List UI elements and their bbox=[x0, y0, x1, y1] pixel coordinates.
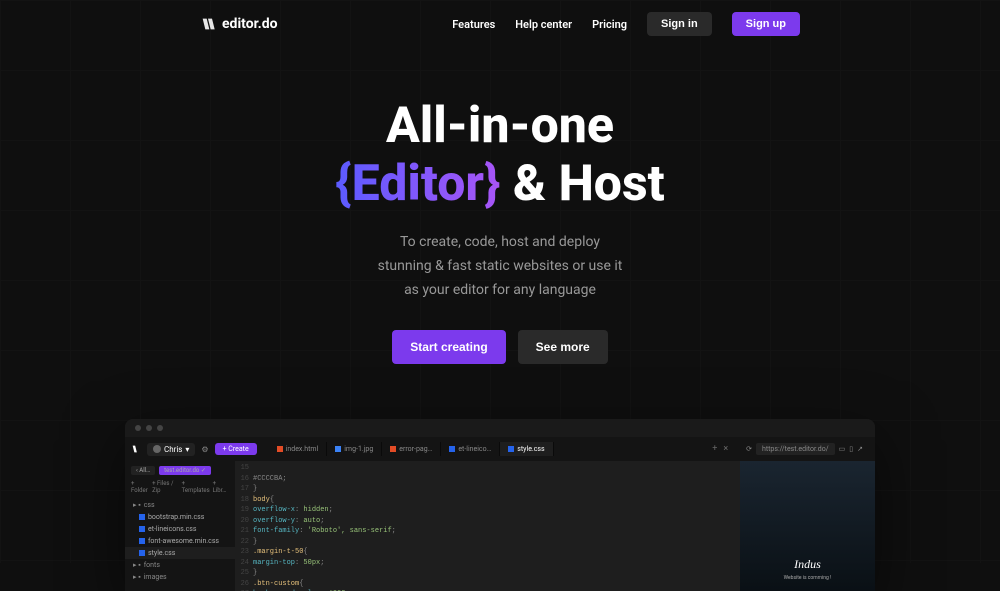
back-button[interactable]: ‹ All… bbox=[131, 466, 155, 475]
editor-tabs: index.html img-1.jpg error-pag… et-linei… bbox=[269, 442, 701, 456]
html-icon bbox=[390, 446, 396, 452]
file-lineicons[interactable]: et-lineicons.css bbox=[125, 523, 235, 535]
nav-features[interactable]: Features bbox=[452, 18, 495, 31]
sidebar-header: ‹ All… test.editor.do ✓ bbox=[125, 464, 235, 477]
hero-buttons: Start creating See more bbox=[20, 330, 980, 364]
preview-tagline: Website is comming ! bbox=[784, 575, 832, 581]
tab-img[interactable]: img-1.jpg bbox=[327, 442, 382, 456]
folder-fonts[interactable]: ▸ ▪fonts bbox=[125, 559, 235, 571]
brand-logo[interactable]: editor.do bbox=[200, 16, 278, 32]
window-titlebar bbox=[125, 419, 875, 437]
tab-lineicons[interactable]: et-lineico… bbox=[441, 442, 500, 456]
avatar-icon bbox=[153, 445, 161, 453]
tab-actions: + × bbox=[706, 444, 734, 454]
nav-pricing[interactable]: Pricing bbox=[592, 18, 627, 31]
hero-title: All-in-one {Editor} & Host bbox=[20, 98, 980, 213]
plus-icon[interactable]: + bbox=[712, 444, 717, 454]
preview-brand: Indus bbox=[794, 557, 821, 572]
sidebar-tools: + Folder + Files / Zip + Templates + Lib… bbox=[125, 477, 235, 497]
signup-button[interactable]: Sign up bbox=[732, 12, 800, 36]
preview-url-bar: ⟳ https://test.editor.do/ ▭ ▯ ↗ bbox=[740, 441, 869, 457]
css-icon bbox=[139, 538, 145, 544]
add-libraries-button[interactable]: + Libr… bbox=[213, 480, 229, 494]
folder-icon: ▸ ▪ bbox=[133, 573, 141, 581]
url-input[interactable]: https://test.editor.do/ bbox=[756, 443, 835, 455]
nav-right: Features Help center Pricing Sign in Sig… bbox=[452, 12, 800, 36]
close-icon[interactable]: × bbox=[723, 444, 728, 454]
hero-subtitle: To create, code, host and deploy stunnin… bbox=[20, 231, 980, 302]
project-chip[interactable]: test.editor.do ✓ bbox=[159, 466, 211, 475]
window-max-dot bbox=[157, 425, 163, 431]
create-button[interactable]: + Create bbox=[215, 443, 257, 455]
preview-content: Indus Website is comming ! bbox=[740, 461, 875, 591]
file-bootstrap[interactable]: bootstrap.min.css bbox=[125, 511, 235, 523]
user-dropdown[interactable]: Chris ▾ bbox=[147, 443, 195, 456]
editor-toolbar: Chris ▾ ⚙ + Create index.html img-1.jpg … bbox=[125, 437, 875, 461]
editor-body: ‹ All… test.editor.do ✓ + Folder + Files… bbox=[125, 461, 875, 591]
editor-screenshot: Chris ▾ ⚙ + Create index.html img-1.jpg … bbox=[125, 419, 875, 591]
css-icon bbox=[139, 514, 145, 520]
signin-button[interactable]: Sign in bbox=[647, 12, 712, 36]
css-icon bbox=[449, 446, 455, 452]
user-name: Chris bbox=[164, 445, 182, 454]
top-nav: editor.do Features Help center Pricing S… bbox=[0, 0, 1000, 48]
folder-images[interactable]: ▸ ▪images bbox=[125, 571, 235, 583]
add-files-button[interactable]: + Files / Zip bbox=[152, 480, 180, 494]
tab-error[interactable]: error-pag… bbox=[382, 442, 441, 456]
hero: All-in-one {Editor} & Host To create, co… bbox=[0, 48, 1000, 384]
css-icon bbox=[508, 446, 514, 452]
css-icon bbox=[139, 550, 145, 556]
add-folder-button[interactable]: + Folder bbox=[131, 480, 150, 494]
gear-icon[interactable]: ⚙ bbox=[201, 445, 208, 454]
hero-title-rest: & Host bbox=[500, 155, 664, 213]
add-templates-button[interactable]: + Templates bbox=[182, 480, 211, 494]
verified-icon: ✓ bbox=[201, 467, 206, 474]
desktop-icon[interactable]: ▭ bbox=[839, 445, 846, 453]
external-icon[interactable]: ↗ bbox=[857, 445, 863, 453]
css-icon bbox=[139, 526, 145, 532]
editor-logo-icon bbox=[131, 444, 141, 454]
code-editor[interactable]: 1516 #CCCCBA;17}18body{19 overflow-x: hi… bbox=[235, 461, 740, 591]
live-preview: Indus Website is comming ! bbox=[740, 461, 875, 591]
brand-text: editor.do bbox=[222, 16, 278, 32]
file-fontawesome[interactable]: font-awesome.min.css bbox=[125, 535, 235, 547]
file-style[interactable]: style.css bbox=[125, 547, 235, 559]
chevron-down-icon: ▾ bbox=[185, 445, 189, 454]
folder-css[interactable]: ▸ ▪css bbox=[125, 499, 235, 511]
see-more-button[interactable]: See more bbox=[518, 330, 608, 364]
start-creating-button[interactable]: Start creating bbox=[392, 330, 505, 364]
tab-style-css[interactable]: style.css bbox=[500, 442, 553, 456]
file-tree: ▸ ▪css bootstrap.min.css et-lineicons.cs… bbox=[125, 497, 235, 585]
hero-title-accent: {Editor} bbox=[335, 155, 500, 213]
nav-help[interactable]: Help center bbox=[515, 18, 572, 31]
window-close-dot bbox=[135, 425, 141, 431]
logo-icon bbox=[200, 16, 216, 32]
html-icon bbox=[277, 446, 283, 452]
hero-title-line1: All-in-one bbox=[386, 97, 614, 155]
refresh-icon[interactable]: ⟳ bbox=[746, 445, 752, 453]
window-min-dot bbox=[146, 425, 152, 431]
folder-icon: ▸ ▪ bbox=[133, 501, 141, 509]
tab-index-html[interactable]: index.html bbox=[269, 442, 328, 456]
mobile-icon[interactable]: ▯ bbox=[849, 445, 853, 453]
file-sidebar: ‹ All… test.editor.do ✓ + Folder + Files… bbox=[125, 461, 235, 591]
image-icon bbox=[335, 446, 341, 452]
